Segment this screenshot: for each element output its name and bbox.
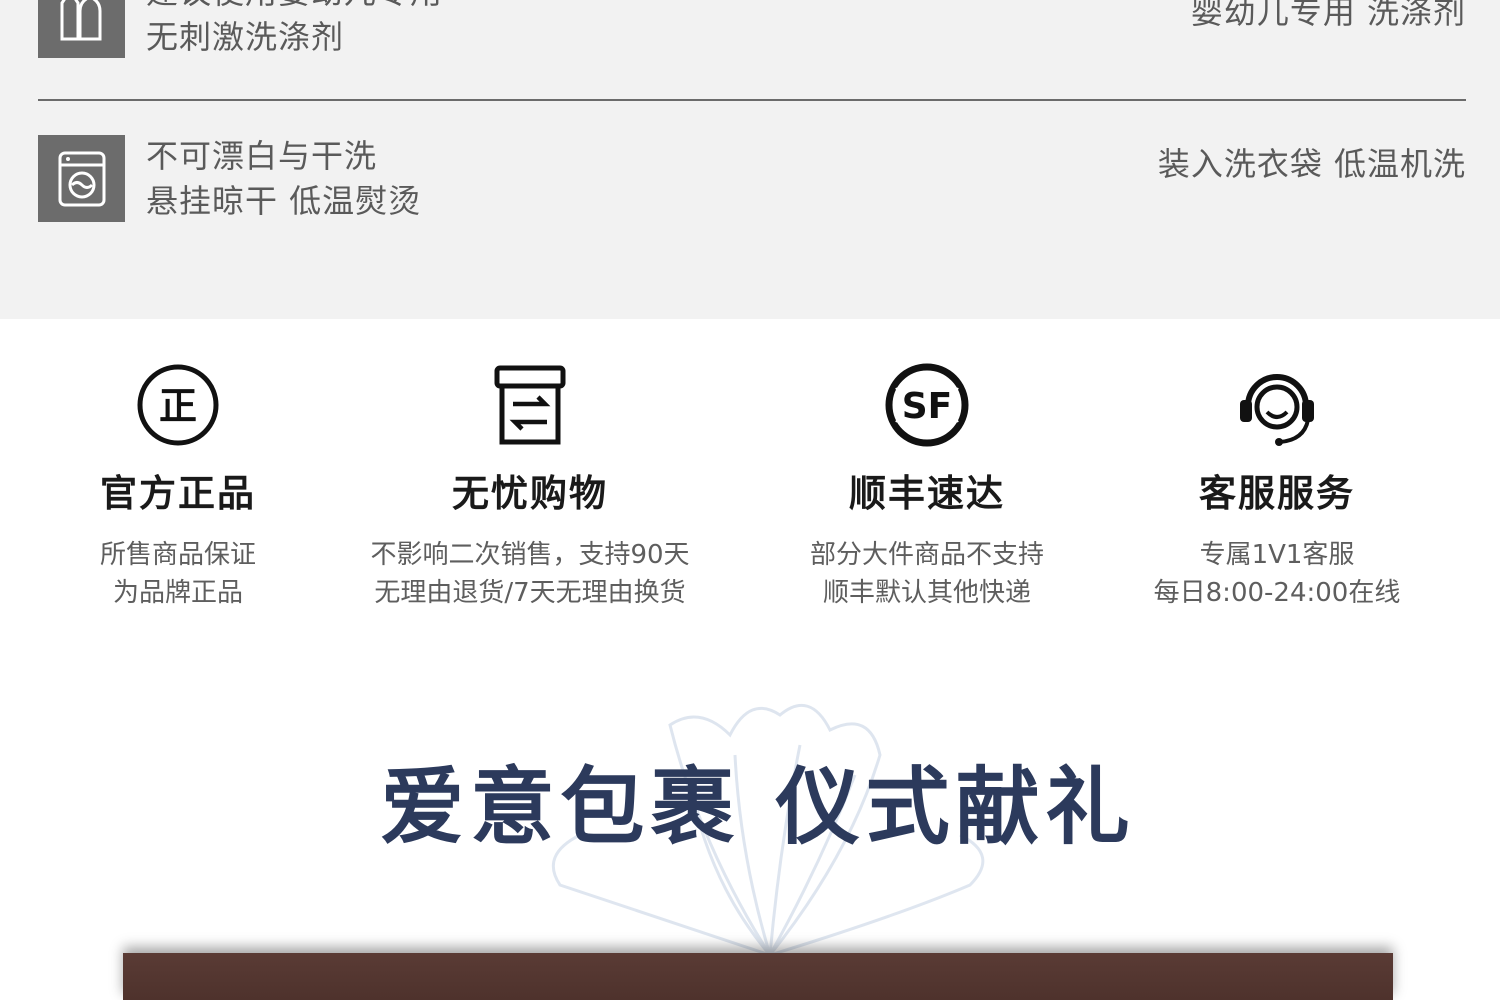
service-desc: 部分大件商品不支持 顺丰默认其他快递 (727, 536, 1127, 612)
care-divider (38, 99, 1466, 101)
washing-machine-icon (38, 135, 125, 222)
service-desc: 所售商品保证 为品牌正品 (0, 536, 378, 612)
service-desc: 不影响二次销售，支持90天 无理由退货/7天无理由换货 (330, 536, 730, 612)
care-line: 无刺激洗涤剂 (146, 18, 345, 56)
sf-icon-text: SF (902, 386, 953, 427)
service-title: 无忧购物 (452, 472, 608, 515)
care-summary-detergent: 婴幼儿专用 洗涤剂 (1190, 0, 1466, 31)
service-desc-line: 每日8:00-24:00在线 (1153, 578, 1401, 608)
service-desc-line: 顺丰默认其他快递 (822, 578, 1031, 608)
service-desc-line: 为品牌正品 (112, 578, 243, 608)
service-desc-line: 无理由退货/7天无理由换货 (374, 578, 686, 608)
care-line: 悬挂晾干 低温熨烫 (146, 182, 422, 220)
gift-photo-preview (123, 953, 1393, 1000)
service-authentic: 正 官方正品 所售商品保证 为品牌正品 (0, 360, 378, 612)
care-line: 建议使用婴幼儿专用 (146, 0, 443, 15)
authentic-icon-text: 正 (159, 384, 197, 428)
service-title: 客服服务 (1199, 472, 1355, 515)
service-title: 官方正品 (100, 472, 256, 515)
gift-banner-title: 爱意包裹 仪式献礼 (380, 758, 1136, 856)
care-row-washing: 不可漂白与干洗 悬挂晾干 低温熨烫 装入洗衣袋 低温机洗 (38, 134, 1466, 224)
service-desc-line: 所售商品保证 (99, 540, 256, 570)
service-title: 顺丰速达 (849, 472, 1005, 515)
service-desc: 专属1V1客服 每日8:00-24:00在线 (1077, 536, 1477, 612)
customer-service-headset-icon (1240, 374, 1314, 446)
care-instructions-section: 建议使用婴幼儿专用 无刺激洗涤剂 婴幼儿专用 洗涤剂 不可漂白与干洗 悬挂晾干 … (0, 0, 1500, 319)
service-customer-support: 客服服务 专属1V1客服 每日8:00-24:00在线 (1077, 360, 1477, 612)
return-exchange-box-icon (494, 365, 566, 445)
sf-express-logo-icon: SF (885, 363, 969, 447)
service-sf-express: SF 顺丰速达 部分大件商品不支持 顺丰默认其他快递 (727, 360, 1127, 612)
authentic-circle-icon: 正 (137, 364, 219, 446)
care-row-detergent: 建议使用婴幼儿专用 无刺激洗涤剂 婴幼儿专用 洗涤剂 (38, 0, 1466, 60)
baby-detergent-icon (38, 0, 125, 58)
care-text-detergent: 建议使用婴幼儿专用 无刺激洗涤剂 (146, 0, 443, 60)
care-text-washing: 不可漂白与干洗 悬挂晾干 低温熨烫 (146, 134, 421, 224)
service-desc-line: 专属1V1客服 (1199, 540, 1355, 570)
care-summary-washing: 装入洗衣袋 低温机洗 (1157, 145, 1466, 183)
care-line: 不可漂白与干洗 (146, 137, 378, 175)
service-desc-line: 不影响二次销售，支持90天 (370, 540, 690, 570)
service-desc-line: 部分大件商品不支持 (809, 540, 1044, 570)
service-worry-free: 无忧购物 不影响二次销售，支持90天 无理由退货/7天无理由换货 (330, 360, 730, 612)
